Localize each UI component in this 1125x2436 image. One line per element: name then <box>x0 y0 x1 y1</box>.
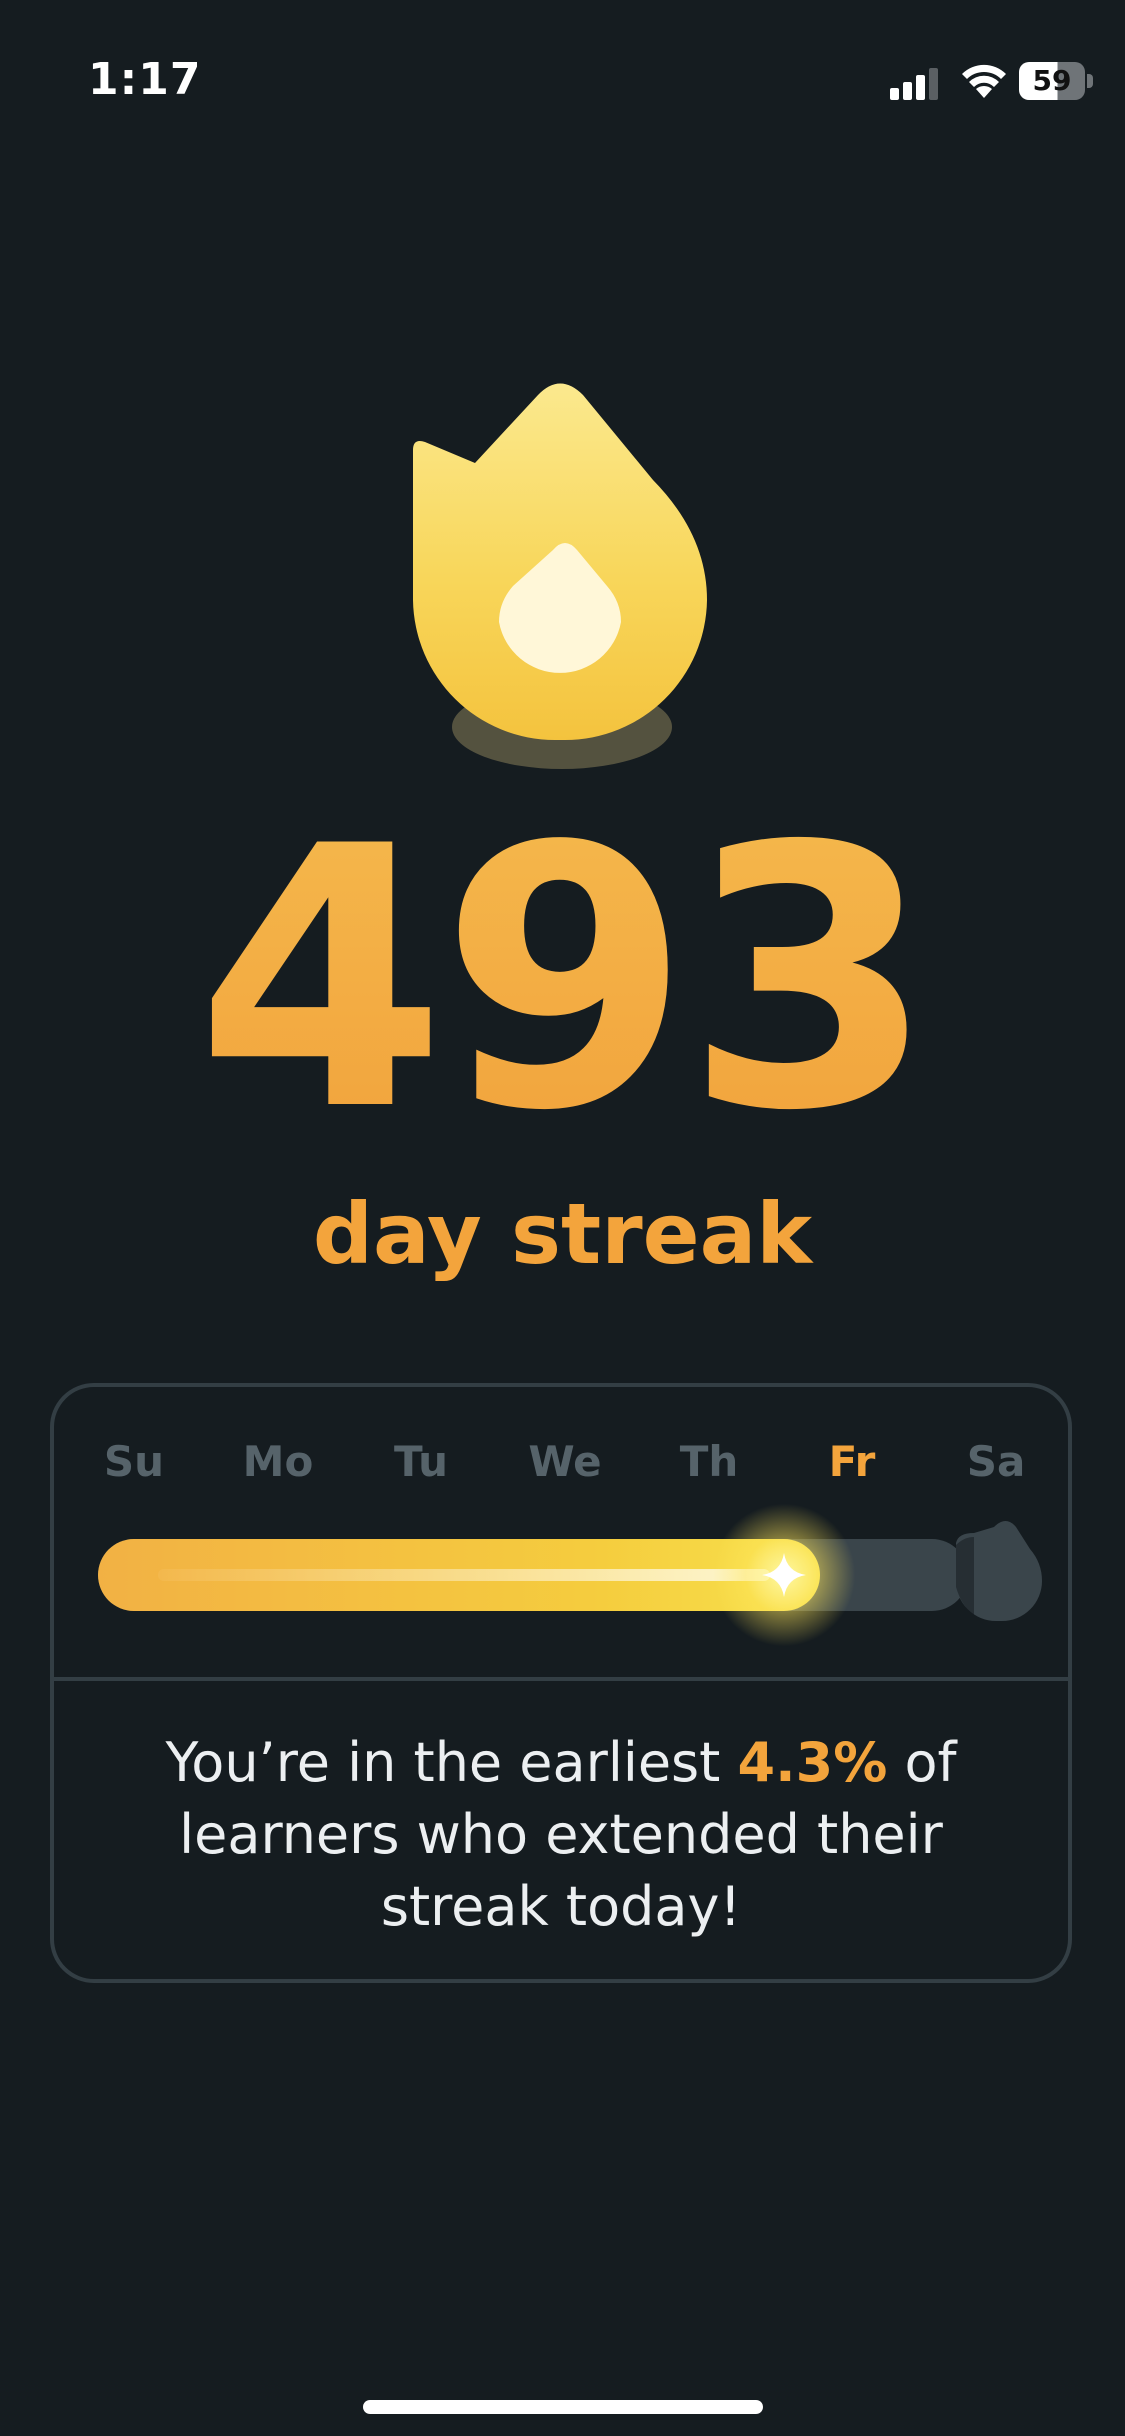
weekly-streak-card: Su Mo Tu We Th Fr Sa You’re in the earli… <box>50 1383 1072 1983</box>
cellular-signal-icon <box>890 68 938 100</box>
streak-label: day streak <box>312 1185 813 1283</box>
wifi-icon <box>962 64 1006 98</box>
day-label-saturday: Sa <box>966 1437 1026 1486</box>
ranking-percentage: 4.3% <box>737 1731 888 1794</box>
day-label-thursday: Th <box>679 1437 739 1486</box>
flame-icon <box>413 383 707 769</box>
battery-icon: 59 <box>1019 62 1085 100</box>
day-label-monday: Mo <box>242 1437 314 1486</box>
battery-nub <box>1087 74 1093 88</box>
sparkle-icon <box>762 1553 806 1597</box>
status-time: 1:17 <box>88 54 202 105</box>
card-divider <box>54 1677 1068 1681</box>
day-label-sunday: Su <box>103 1437 165 1486</box>
day-label-wednesday: We <box>528 1437 602 1486</box>
message-text-before: You’re in the earliest <box>165 1731 738 1794</box>
battery-level: 59 <box>1032 64 1072 97</box>
streak-progress-track <box>98 1503 968 1647</box>
home-indicator[interactable] <box>363 2400 763 2414</box>
streak-ranking-message: You’re in the earliest 4.3% of learners … <box>94 1727 1028 1943</box>
progress-shine <box>158 1569 770 1581</box>
day-label-tuesday: Tu <box>394 1437 448 1486</box>
goal-flame-icon <box>956 1521 1042 1621</box>
day-label-friday: Fr <box>828 1437 876 1486</box>
streak-count: 493 <box>0 800 1125 1160</box>
weekday-row: Su Mo Tu We Th Fr Sa <box>54 1437 1068 1497</box>
